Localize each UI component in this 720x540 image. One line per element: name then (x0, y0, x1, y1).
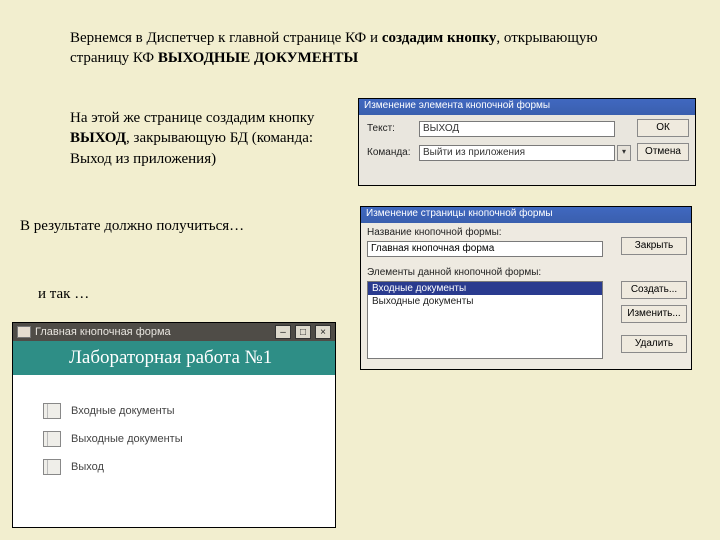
edit-element-dialog: Изменение элемента кнопочной формы Текст… (358, 98, 696, 186)
window-titlebar: Главная кнопочная форма – □ × (13, 323, 335, 341)
form-header: Лабораторная работа №1 (13, 341, 335, 375)
switchboard-item-label: Выходные документы (71, 433, 183, 445)
ok-button[interactable]: ОК (637, 119, 689, 137)
text-input[interactable]: ВЫХОД (419, 121, 615, 137)
switchboard-item[interactable]: Выход (43, 459, 335, 475)
list-item[interactable]: Выходные документы (368, 295, 602, 308)
label-items: Элементы данной кнопочной формы: (367, 267, 541, 278)
instruction-paragraph-4: и так … (38, 284, 238, 304)
close-button[interactable]: Закрыть (621, 237, 687, 255)
instruction-paragraph-3: В результате должно получиться… (20, 216, 360, 236)
close-icon[interactable]: × (315, 325, 331, 339)
cancel-button[interactable]: Отмена (637, 143, 689, 161)
edit-page-dialog: Изменение страницы кнопочной формы Назва… (360, 206, 692, 370)
window-title: Главная кнопочная форма (35, 326, 171, 338)
items-listbox[interactable]: Входные документы Выходные документы (367, 281, 603, 359)
command-select[interactable]: Выйти из приложения (419, 145, 615, 161)
change-button[interactable]: Изменить... (621, 305, 687, 323)
button-icon (43, 459, 61, 475)
app-icon (17, 326, 31, 338)
instruction-paragraph-1: Вернемся в Диспетчер к главной странице … (70, 28, 640, 69)
instruction-paragraph-2: На этой же странице создадим кнопку ВЫХО… (70, 108, 350, 169)
switchboard-item-label: Выход (71, 461, 104, 473)
chevron-down-icon[interactable]: ▾ (617, 145, 631, 161)
dialog-titlebar: Изменение страницы кнопочной формы (361, 207, 691, 223)
delete-button[interactable]: Удалить (621, 335, 687, 353)
switchboard-window: Главная кнопочная форма – □ × Лабораторн… (12, 322, 336, 528)
minimize-icon[interactable]: – (275, 325, 291, 339)
dialog-titlebar: Изменение элемента кнопочной формы (359, 99, 695, 115)
maximize-icon[interactable]: □ (295, 325, 311, 339)
button-icon (43, 431, 61, 447)
button-icon (43, 403, 61, 419)
label-command: Команда: (367, 147, 411, 158)
label-text: Текст: (367, 123, 395, 134)
switchboard-item-label: Входные документы (71, 405, 175, 417)
switchboard-item[interactable]: Входные документы (43, 403, 335, 419)
form-content: Входные документы Выходные документы Вых… (13, 375, 335, 527)
create-button[interactable]: Создать... (621, 281, 687, 299)
switchboard-item[interactable]: Выходные документы (43, 431, 335, 447)
list-item[interactable]: Входные документы (368, 282, 602, 295)
form-name-input[interactable]: Главная кнопочная форма (367, 241, 603, 257)
label-form-name: Название кнопочной формы: (367, 227, 502, 238)
